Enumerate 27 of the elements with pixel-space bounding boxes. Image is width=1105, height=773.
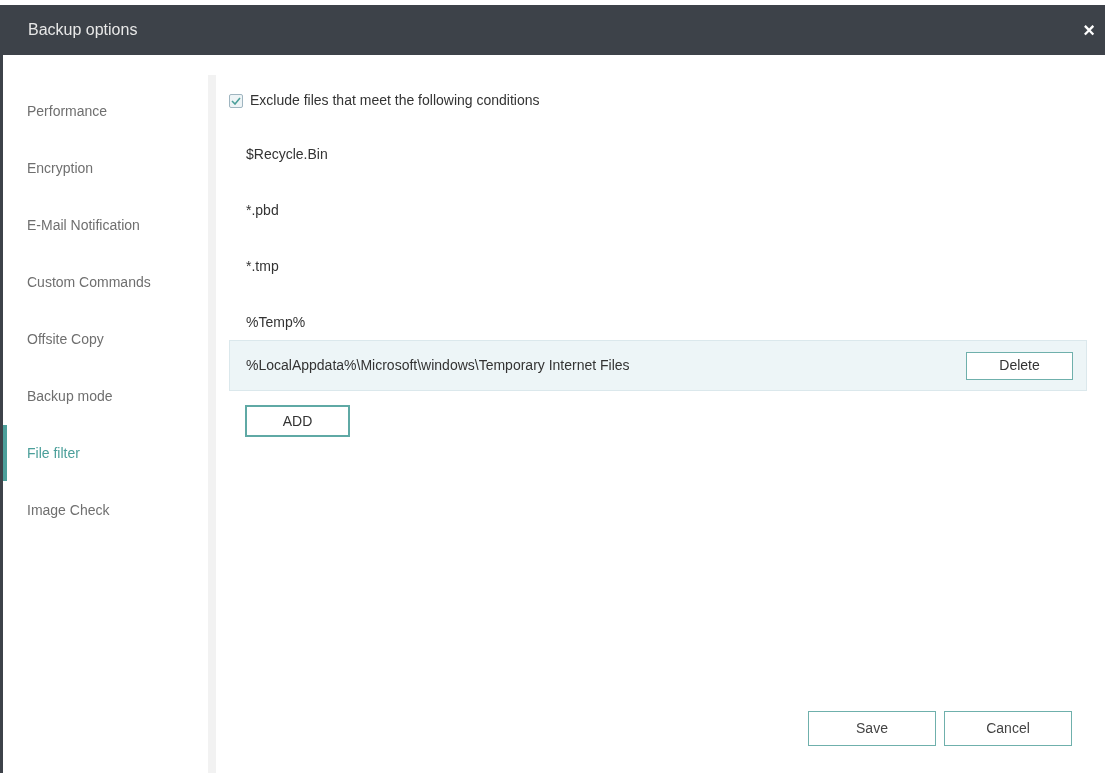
add-button[interactable]: ADD — [245, 405, 350, 437]
selection-indicator — [3, 425, 7, 481]
sidebar-item[interactable]: Offsite Copy — [27, 328, 104, 350]
condition-text: %Temp% — [246, 312, 306, 332]
sidebar-item[interactable]: E-Mail Notification — [27, 214, 140, 236]
condition-text: *.pbd — [246, 200, 279, 220]
sidebar-item[interactable]: Performance — [27, 100, 108, 122]
condition-row[interactable]: %LocalAppdata%\Microsoft\windows\Temporary Internet Files Delete — [229, 340, 1087, 391]
checkbox[interactable] — [229, 93, 243, 108]
condition-row[interactable]: %Temp% — [229, 308, 1087, 336]
sidebar-item[interactable]: Custom Commands — [27, 271, 151, 293]
sidebar-item[interactable]: Backup mode — [27, 385, 113, 407]
condition-text: $Recycle.Bin — [246, 144, 328, 164]
dialog-button[interactable]: Save — [808, 711, 936, 746]
window-title: Backup options — [28, 20, 138, 40]
close-button[interactable]: × — [1083, 20, 1095, 40]
check-icon — [231, 96, 241, 105]
condition-row[interactable]: *.tmp — [229, 252, 1087, 280]
condition-text: *.tmp — [246, 256, 279, 276]
checkbox-label: Exclude files that meet the following conditions — [250, 91, 540, 110]
sidebar-item[interactable]: Image Check — [27, 499, 110, 521]
sidebar-item[interactable]: Encryption — [27, 157, 94, 179]
dialog-button[interactable]: Cancel — [944, 711, 1072, 746]
delete-button[interactable]: Delete — [966, 351, 1073, 380]
condition-row[interactable]: $Recycle.Bin — [229, 140, 1087, 168]
condition-text: %LocalAppdata%\Microsoft\windows\Temporary Internet Files — [246, 356, 630, 375]
condition-row[interactable]: *.pbd — [229, 196, 1087, 224]
